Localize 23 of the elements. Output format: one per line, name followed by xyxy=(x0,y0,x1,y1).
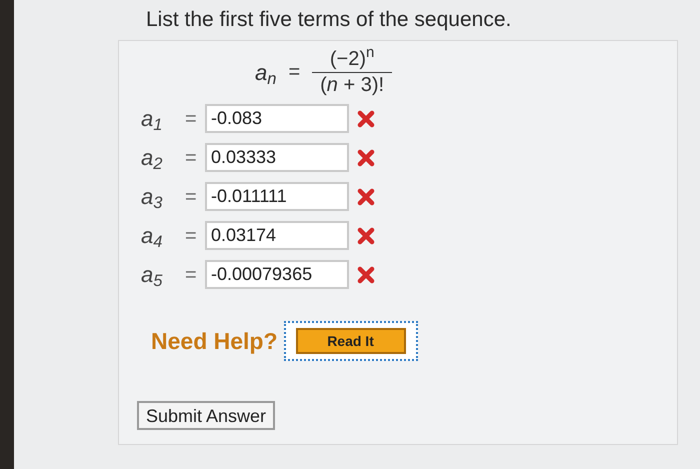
answer-field[interactable]: -0.083 xyxy=(205,104,349,133)
submit-answer-button[interactable]: Submit Answer xyxy=(137,401,275,430)
answer-field[interactable]: 0.03174 xyxy=(205,221,349,250)
term-label: a$_{4}$ xyxy=(141,222,164,252)
equals-sign: = xyxy=(185,224,198,248)
equals-sign: = xyxy=(288,60,300,85)
equals-sign: = xyxy=(185,106,198,132)
equals-sign: = xyxy=(185,262,198,288)
equals-sign: = xyxy=(185,184,198,210)
term-label: a$_{2}$ xyxy=(141,144,164,174)
term-label: a$_{5}$ xyxy=(141,261,164,291)
formula-numerator: (−2)$^{n}$ xyxy=(328,46,376,72)
formula-lhs: a$_{n}$ xyxy=(255,58,276,86)
equals-sign: = xyxy=(185,146,198,170)
formula-denominator: (n + 3)! xyxy=(319,73,386,98)
question-text: List the first five terms of the sequence. xyxy=(146,7,512,33)
answer-field[interactable]: 0.03333 xyxy=(205,143,349,172)
answer-field[interactable]: -0.011111 xyxy=(205,182,349,211)
read-it-button[interactable]: Read It xyxy=(296,328,406,354)
help-label: Need Help? xyxy=(151,326,278,356)
term-label: a$_{1}$ xyxy=(141,105,164,135)
term-label: a$_{3}$ xyxy=(141,183,164,213)
answer-field[interactable]: -0.00079365 xyxy=(205,260,349,289)
